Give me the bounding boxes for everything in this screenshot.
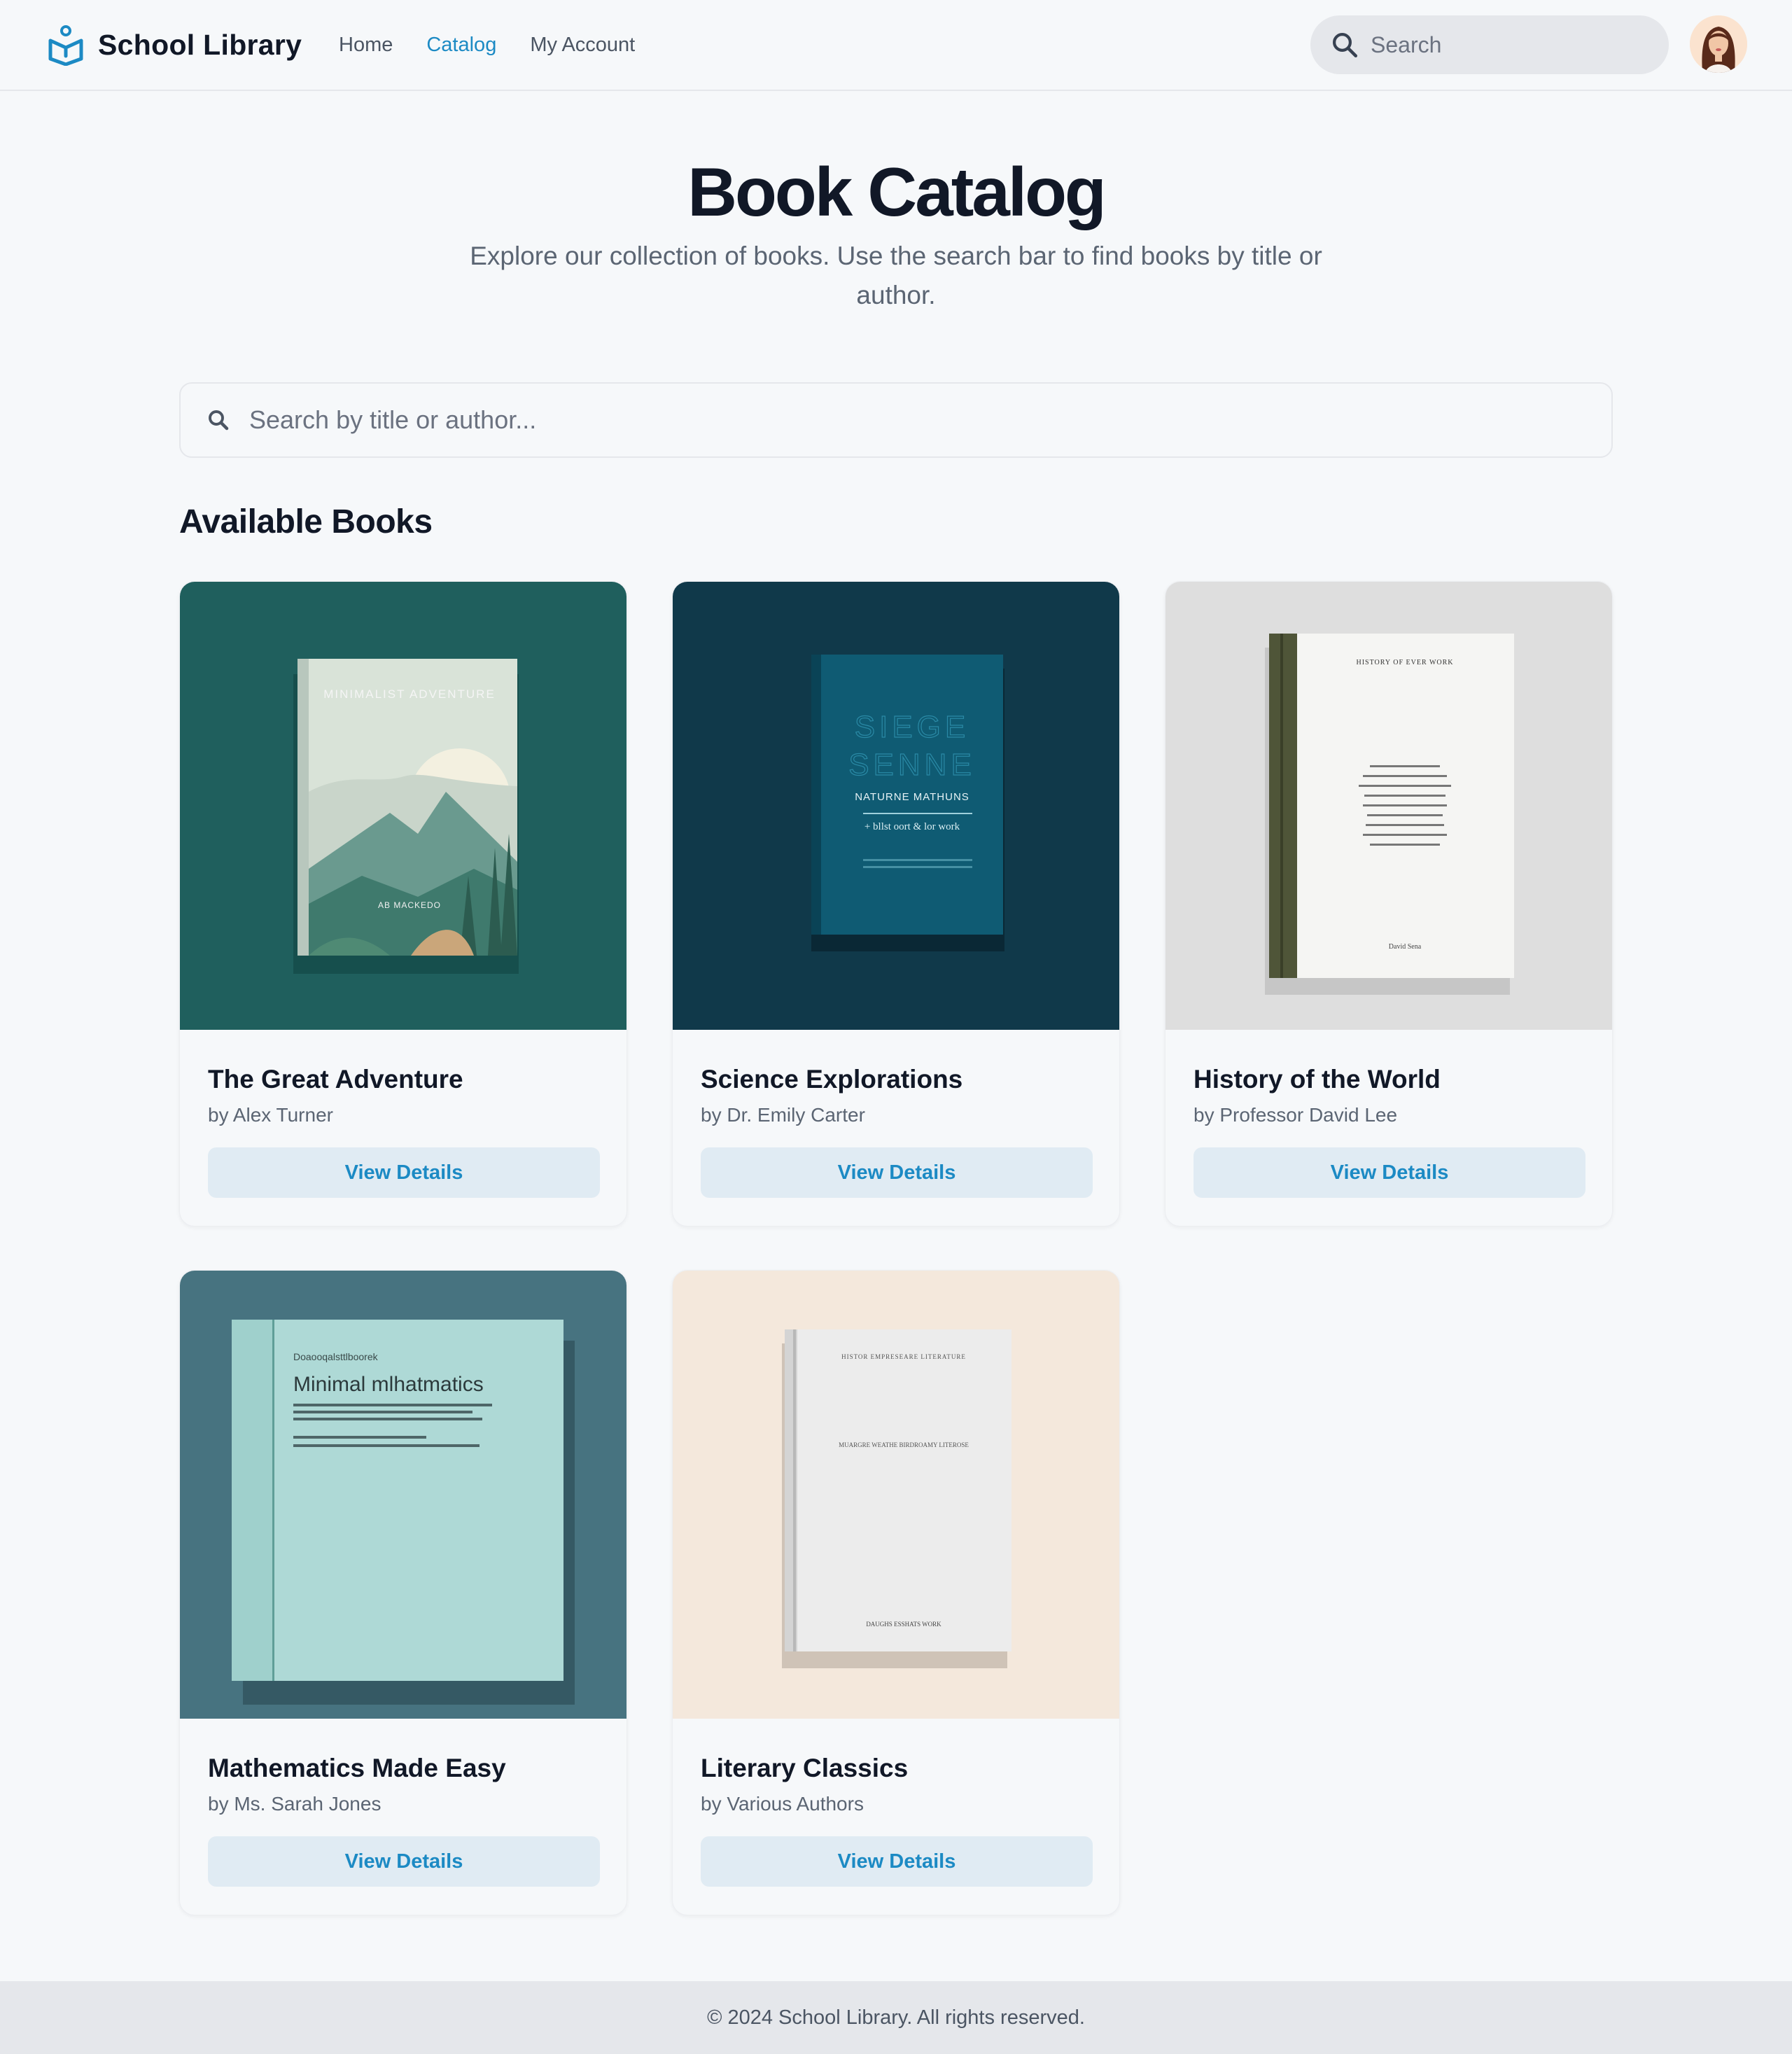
main-nav: Home Catalog My Account: [339, 31, 668, 59]
cover-text: SENNE: [848, 748, 976, 782]
book-cover-image: HISTORY OF EVER WORK David Sena: [1166, 582, 1612, 1030]
search-icon: [209, 410, 229, 431]
book-title[interactable]: Science Explorations: [701, 1065, 962, 1094]
cover-footer: David Sena: [1389, 943, 1422, 951]
book-cover-image: HISTOR EMPRESEARE LITERATURE MUARGRE WEA…: [673, 1271, 1119, 1719]
cover-text: SIEGE: [855, 710, 970, 744]
book-title[interactable]: The Great Adventure: [208, 1065, 463, 1094]
book-title[interactable]: Mathematics Made Easy: [208, 1754, 506, 1783]
catalog-search[interactable]: [179, 382, 1613, 458]
library-book-icon: [48, 25, 83, 66]
book-cover-image: MINIMALIST ADVENTURE AB MACKEDO: [180, 582, 626, 1030]
section-title: Available Books: [179, 503, 433, 540]
view-details-button[interactable]: View Details: [701, 1147, 1093, 1198]
book-author: by Alex Turner: [208, 1104, 333, 1126]
nav-home[interactable]: Home: [339, 31, 393, 59]
page-title: Book Catalog: [687, 153, 1107, 230]
cover-text: MINIMALIST ADVENTURE: [323, 687, 496, 701]
view-details-button[interactable]: View Details: [208, 1147, 600, 1198]
nav-my-account[interactable]: My Account: [530, 31, 635, 59]
cover-text: Doaooqalsttlboorek: [293, 1351, 379, 1362]
app-name: School Library: [98, 28, 302, 61]
book-card: Doaooqalsttlboorek Minimal mlhatmatics M…: [179, 1270, 627, 1915]
cover-text: HISTORY OF EVER WORK: [1357, 659, 1454, 666]
book-author: by Professor David Lee: [1194, 1104, 1398, 1126]
header-search-input[interactable]: [1371, 32, 1651, 58]
nav-catalog[interactable]: Catalog: [426, 31, 496, 59]
cover-text: HISTOR EMPRESEARE LITERATURE: [841, 1353, 966, 1360]
book-card: SIEGE SENNE NATURNE MATHUNS + bllst oort…: [672, 581, 1120, 1227]
cover-footer: AB MACKEDO: [378, 900, 441, 910]
book-card: MINIMALIST ADVENTURE AB MACKEDO The Grea…: [179, 581, 627, 1227]
page-subtitle: Explore our collection of books. Use the…: [470, 242, 1322, 309]
page-footer: © 2024 School Library. All rights reserv…: [0, 1981, 1792, 2054]
view-details-button[interactable]: View Details: [208, 1836, 600, 1887]
view-details-button[interactable]: View Details: [1194, 1147, 1586, 1198]
header-search[interactable]: [1310, 15, 1669, 74]
book-cover-image: Doaooqalsttlboorek Minimal mlhatmatics: [180, 1271, 626, 1719]
book-author: by Various Authors: [701, 1793, 864, 1815]
brand[interactable]: School Library: [48, 22, 302, 67]
view-details-button[interactable]: View Details: [701, 1836, 1093, 1887]
search-icon: [1333, 33, 1358, 58]
avatar-image: [1690, 15, 1747, 73]
cover-footer: DAUGHS ESSHATS WORK: [866, 1621, 941, 1628]
book-title[interactable]: Literary Classics: [701, 1754, 908, 1783]
book-title[interactable]: History of the World: [1194, 1065, 1441, 1094]
catalog-search-input[interactable]: [249, 405, 1579, 435]
book-author: by Ms. Sarah Jones: [208, 1793, 382, 1815]
user-avatar[interactable]: [1690, 15, 1747, 73]
book-card: HISTORY OF EVER WORK David Sena History …: [1165, 581, 1613, 1227]
copyright-text: © 2024 School Library. All rights reserv…: [707, 2006, 1085, 2029]
top-navigation-bar: School Library Home Catalog My Account: [0, 0, 1792, 91]
cover-text: NATURNE MATHUNS: [855, 791, 969, 803]
cover-text: + bllst oort & lor work: [864, 821, 960, 832]
cover-text: Minimal mlhatmatics: [293, 1373, 484, 1396]
book-cover-image: SIEGE SENNE NATURNE MATHUNS + bllst oort…: [673, 582, 1119, 1030]
book-card: HISTOR EMPRESEARE LITERATURE MUARGRE WEA…: [672, 1270, 1120, 1915]
book-author: by Dr. Emily Carter: [701, 1104, 865, 1126]
cover-text: MUARGRE WEATHE BIRDROAMY LITEROSE: [839, 1441, 969, 1448]
